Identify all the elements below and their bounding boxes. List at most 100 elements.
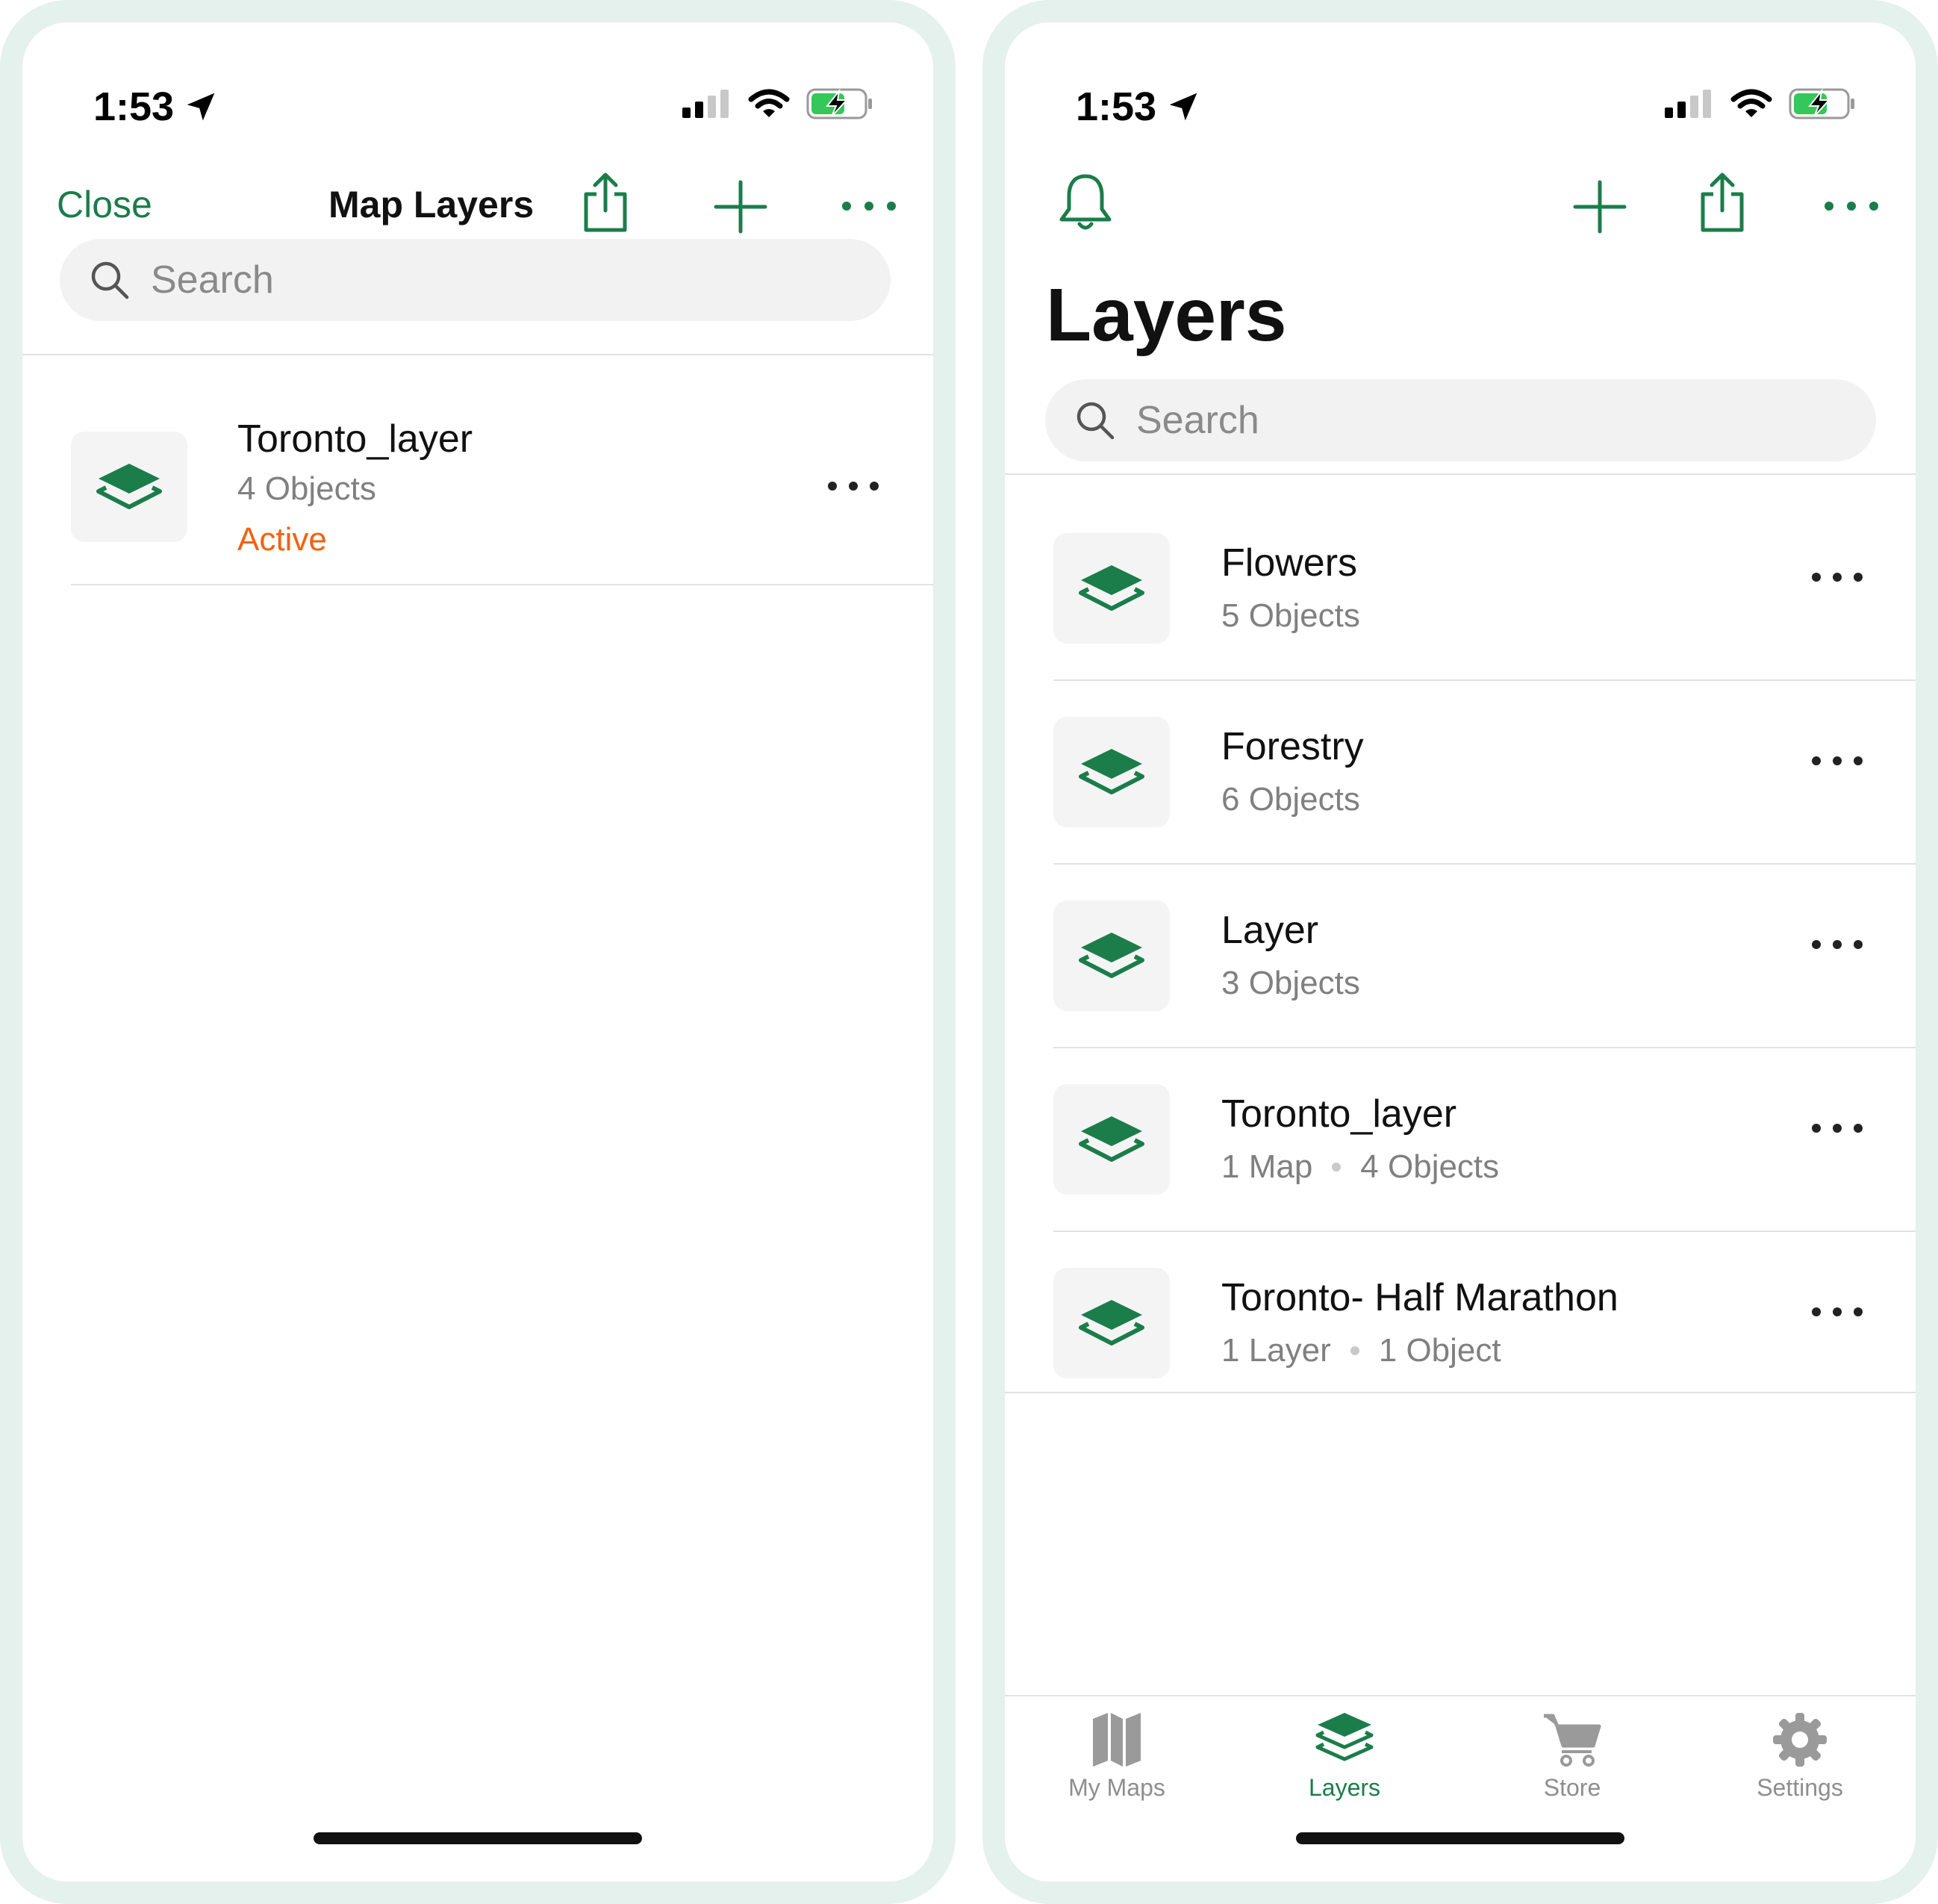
layer-name: Layer	[1221, 909, 1319, 952]
tab-bar: My Maps Layers Store Settings	[1005, 1695, 1916, 1882]
layer-row-toronto-layer[interactable]: Toronto_layer 4 Objects Active	[22, 378, 933, 585]
add-button[interactable]	[713, 179, 768, 234]
wifi-icon	[748, 89, 790, 117]
layer-thumbnail	[1053, 1084, 1170, 1195]
layer-meta: 1 Layer 1 Object	[1221, 1332, 1501, 1369]
layer-name: Toronto- Half Marathon	[1221, 1276, 1618, 1319]
layer-thumbnail	[1053, 717, 1170, 827]
header-divider	[1005, 473, 1916, 475]
tab-layers[interactable]: Layers	[1233, 1711, 1456, 1802]
cellular-signal-icon	[1665, 90, 1711, 118]
layer-more-button[interactable]	[1811, 572, 1863, 586]
search-placeholder: Search	[1136, 399, 1259, 442]
cellular-signal-icon	[682, 90, 729, 118]
meta-separator-dot	[1332, 1163, 1342, 1172]
layers-icon	[1079, 565, 1144, 611]
share-icon	[584, 172, 627, 232]
tab-store[interactable]: Store	[1460, 1711, 1684, 1802]
row-divider	[71, 584, 933, 585]
bell-icon	[1059, 174, 1112, 230]
add-button[interactable]	[1572, 179, 1627, 234]
ellipsis-icon	[1812, 940, 1863, 949]
more-options-button[interactable]	[841, 200, 897, 212]
layer-name: Flowers	[1221, 541, 1358, 585]
layer-name: Toronto_layer	[237, 417, 473, 461]
wifi-icon	[1730, 89, 1772, 117]
layer-meta-item: 6 Objects	[1221, 781, 1360, 818]
layers-icon	[1079, 749, 1144, 794]
layer-name: Toronto_layer	[1221, 1092, 1457, 1136]
search-icon	[91, 261, 129, 299]
layer-meta-item: 1 Object	[1378, 1332, 1501, 1369]
home-indicator[interactable]	[314, 1832, 642, 1844]
ellipsis-icon	[842, 202, 896, 211]
close-button[interactable]: Close	[57, 183, 152, 226]
map-layers-screen: 1:53 Close Map Layers Search Toronto_lay…	[0, 0, 956, 1904]
share-icon	[1701, 172, 1744, 232]
gear-icon	[1773, 1713, 1827, 1767]
layer-row[interactable]: Toronto- Half Marathon 1 Layer 1 Object	[1005, 1232, 1916, 1416]
share-button[interactable]	[579, 172, 632, 233]
layer-meta: 6 Objects	[1221, 781, 1360, 818]
map-icon	[1093, 1713, 1141, 1767]
layer-meta-item: 3 Objects	[1221, 965, 1360, 1001]
search-input[interactable]: Search	[60, 239, 891, 321]
location-arrow-icon	[1169, 93, 1197, 121]
layer-more-button[interactable]	[1811, 1307, 1863, 1321]
ellipsis-icon	[1812, 1124, 1863, 1133]
layers-screen: 1:53 Layers Search Flowers 5 Objects For…	[982, 0, 1938, 1904]
layer-more-button[interactable]	[827, 481, 879, 495]
layer-row[interactable]: Forestry 6 Objects	[1005, 681, 1916, 865]
meta-separator-dot	[1350, 1346, 1359, 1355]
location-arrow-icon	[187, 93, 215, 121]
layer-thumbnail	[1053, 1268, 1170, 1378]
list-bottom-divider	[1005, 1392, 1916, 1393]
ellipsis-icon	[1812, 1307, 1863, 1316]
plus-icon	[1573, 180, 1627, 234]
status-bar-icons	[682, 88, 873, 119]
page-title: Layers	[1046, 273, 1287, 357]
cart-icon	[1544, 1714, 1601, 1767]
layers-icon	[1079, 1116, 1144, 1162]
layer-object-count: 4 Objects	[237, 470, 376, 507]
layer-meta-item: 1 Layer	[1221, 1332, 1331, 1369]
ellipsis-icon	[1825, 202, 1878, 211]
battery-charging-icon	[806, 88, 872, 119]
layer-more-button[interactable]	[1811, 756, 1863, 770]
more-options-button[interactable]	[1823, 200, 1880, 212]
status-bar-time: 1:53	[1076, 84, 1200, 130]
layer-row[interactable]: Toronto_layer 1 Map 4 Objects	[1005, 1048, 1916, 1232]
status-bar-time: 1:53	[93, 84, 217, 130]
layer-name: Forestry	[1221, 725, 1364, 768]
layer-meta-item: 5 Objects	[1221, 597, 1360, 634]
ellipsis-icon	[1812, 756, 1863, 765]
search-placeholder: Search	[151, 258, 274, 302]
status-bar-icons	[1665, 88, 1856, 119]
ellipsis-icon	[1812, 573, 1863, 582]
share-button[interactable]	[1695, 172, 1749, 233]
search-icon	[1077, 402, 1115, 440]
layer-meta: 5 Objects	[1221, 597, 1360, 635]
home-indicator[interactable]	[1296, 1832, 1624, 1844]
layer-more-button[interactable]	[1811, 1123, 1863, 1137]
layer-row[interactable]: Layer 3 Objects	[1005, 865, 1916, 1048]
plus-icon	[714, 180, 767, 234]
layer-row[interactable]: Flowers 5 Objects	[1005, 497, 1916, 681]
layer-more-button[interactable]	[1811, 939, 1863, 953]
tab-my-maps[interactable]: My Maps	[1005, 1711, 1229, 1802]
search-input[interactable]: Search	[1045, 379, 1876, 461]
layer-meta: 3 Objects	[1221, 965, 1360, 1002]
layer-meta-item: 4 Objects	[1360, 1148, 1500, 1185]
layer-thumbnail	[1053, 533, 1170, 644]
tab-settings[interactable]: Settings	[1688, 1711, 1912, 1802]
header-divider	[22, 354, 933, 355]
layer-status-badge: Active	[237, 521, 327, 558]
layers-icon	[1079, 933, 1144, 978]
notifications-button[interactable]	[1057, 172, 1114, 233]
page-title: Map Layers	[328, 184, 535, 225]
layers-icon	[96, 464, 162, 509]
layers-icon	[1079, 1300, 1144, 1345]
layers-icon	[1315, 1713, 1374, 1761]
ellipsis-icon	[828, 482, 879, 491]
layer-thumbnail	[1053, 900, 1170, 1011]
